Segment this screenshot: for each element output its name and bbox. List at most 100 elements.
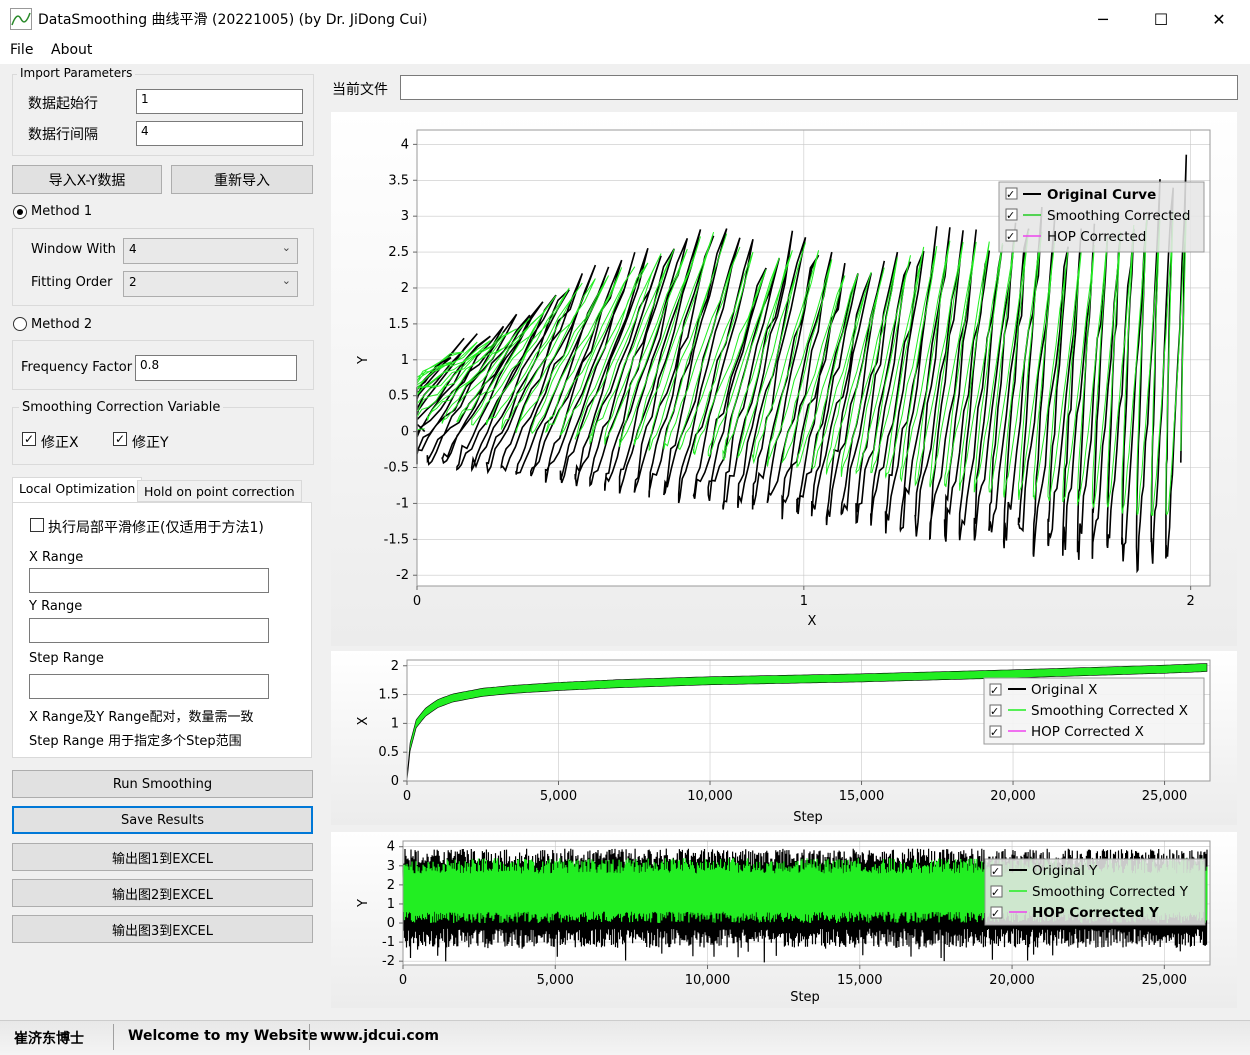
chart1-ytick-label: 4: [401, 137, 409, 152]
menu-file[interactable]: File: [10, 42, 33, 58]
tab-hold-on-point-correction[interactable]: Hold on point correction: [137, 480, 302, 502]
status-divider: [309, 1024, 310, 1050]
fix-y-label: 修正Y: [132, 435, 169, 451]
chart2-xtick-label: 25,000: [1142, 789, 1188, 804]
y-range-input[interactable]: [29, 618, 269, 643]
svg-text:✓: ✓: [991, 886, 1000, 899]
menu-bar: [0, 38, 1250, 64]
status-website[interactable]: www.jdcui.com: [320, 1028, 439, 1044]
chart3-ytick-label: 3: [387, 859, 395, 874]
chart1-xtick-label: 0: [413, 594, 421, 609]
chart2-panel: 2 1.5 1 0.5 0 0 5,000 10,000 15,000 20,000 25,000…: [331, 651, 1237, 825]
svg-text:✓: ✓: [991, 907, 1000, 920]
chart3-legend-hop: HOP Corrected Y: [1032, 905, 1159, 921]
chart2-ytick-label: 2: [391, 659, 399, 674]
method1-radio[interactable]: [13, 205, 27, 219]
chart3-ytick-label: 0: [387, 916, 395, 931]
chart2-xtick-label: 10,000: [687, 789, 733, 804]
svg-text:✓: ✓: [1006, 188, 1015, 201]
local-smoothing-checkbox[interactable]: [30, 518, 44, 532]
chart3-xtick-label: 25,000: [1142, 973, 1188, 988]
row-interval-input[interactable]: 4: [136, 121, 303, 146]
status-divider: [113, 1024, 114, 1050]
export-chart1-button[interactable]: 输出图1到EXCEL: [12, 843, 313, 871]
step-range-input[interactable]: [29, 674, 269, 699]
chart1-legend-hop: HOP Corrected: [1047, 229, 1146, 245]
export-chart2-button[interactable]: 输出图2到EXCEL: [12, 879, 313, 907]
reimport-button[interactable]: 重新导入: [171, 165, 313, 194]
chart1-ylabel: Y: [356, 356, 371, 365]
range-note-2: Step Range 用于指定多个Step范围: [29, 734, 242, 749]
chart2-ytick-label: 0.5: [378, 745, 399, 760]
method1-label: Method 1: [31, 204, 93, 219]
chart3-xlabel: Step: [790, 990, 820, 1005]
chart1-ytick-label: -2: [396, 568, 409, 583]
run-smoothing-button[interactable]: Run Smoothing: [12, 770, 313, 798]
method2-label: Method 2: [31, 317, 93, 332]
chart1-xlabel: X: [808, 614, 817, 629]
y-range-label: Y Range: [29, 599, 83, 614]
chart1-legend-original: Original Curve: [1047, 187, 1156, 203]
chart1-ytick-label: -1: [396, 496, 409, 511]
chart2-legend-hop: HOP Corrected X: [1031, 724, 1144, 740]
step-range-label: Step Range: [29, 651, 104, 666]
minimize-button[interactable]: ─: [1074, 0, 1132, 38]
chart3-xtick-label: 20,000: [989, 973, 1035, 988]
start-row-label: 数据起始行: [28, 96, 98, 112]
row-interval-label: 数据行间隔: [28, 127, 98, 143]
chart2-xtick-label: 5,000: [540, 789, 577, 804]
chart1-ytick-label: 2.5: [388, 245, 409, 260]
window-with-select[interactable]: 4 ⌄: [123, 238, 298, 264]
fitting-order-value: 2: [129, 275, 137, 289]
chart1-ytick-label: -0.5: [384, 461, 409, 476]
chart2-ylabel: X: [356, 716, 371, 725]
chart1-ytick-label: 1: [401, 353, 409, 368]
save-results-button[interactable]: Save Results: [12, 806, 313, 834]
method2-radio[interactable]: [13, 317, 27, 331]
import-parameters-label: Import Parameters: [17, 66, 136, 80]
fitting-order-select[interactable]: 2 ⌄: [123, 271, 298, 297]
chart3-ylabel: Y: [356, 899, 371, 908]
chart3-legend-original: Original Y: [1032, 863, 1098, 879]
frequency-factor-label: Frequency Factor: [21, 360, 133, 375]
menu-about[interactable]: About: [51, 42, 92, 58]
current-file-label: 当前文件: [332, 82, 388, 98]
chart1-legend: ✓ Original Curve ✓ Smoothing Corrected ✓…: [998, 181, 1205, 253]
svg-text:✓: ✓: [990, 726, 999, 739]
window-title: DataSmoothing 曲线平滑 (20221005) (by Dr. Ji…: [38, 12, 428, 28]
chart3-legend-smoothing: Smoothing Corrected Y: [1032, 884, 1189, 900]
chart3-ytick-label: 1: [387, 897, 395, 912]
chart3-svg: 4 3 2 1 0 -1 -2 0 5,000 10,000 15,000 20,000 25,000…: [331, 832, 1237, 1008]
chart2-xtick-label: 0: [403, 789, 411, 804]
tab-local-optimization[interactable]: Local Optimization: [12, 477, 143, 503]
svg-text:✓: ✓: [990, 705, 999, 718]
window-with-value: 4: [129, 242, 137, 256]
chart2-svg: 2 1.5 1 0.5 0 0 5,000 10,000 15,000 20,000 25,000…: [331, 651, 1237, 825]
maximize-button[interactable]: ☐: [1132, 0, 1190, 38]
fix-x-checkbox[interactable]: ✓: [22, 432, 36, 446]
export-chart3-button[interactable]: 输出图3到EXCEL: [12, 915, 313, 943]
chart1-ytick-label: 0: [401, 425, 409, 440]
close-button[interactable]: ✕: [1190, 0, 1248, 38]
start-row-input[interactable]: 1: [136, 89, 303, 114]
chart1-ytick-label: 3.5: [388, 173, 409, 188]
frequency-factor-input[interactable]: 0.8: [135, 355, 297, 381]
chart1-ytick-label: 1.5: [388, 317, 409, 332]
chart2-xlabel: Step: [793, 810, 823, 825]
fitting-order-label: Fitting Order: [31, 275, 113, 290]
x-range-input[interactable]: [29, 568, 269, 593]
local-smoothing-label: 执行局部平滑修正(仅适用于方法1): [48, 520, 264, 536]
chart2-xtick-label: 20,000: [990, 789, 1036, 804]
chevron-down-icon: ⌄: [281, 274, 291, 287]
chart1-ytick-label: 3: [401, 209, 409, 224]
chart2-ytick-label: 1: [391, 716, 399, 731]
chart3-legend: ✓ Original Y ✓ Smoothing Corrected Y ✓ H…: [984, 858, 1206, 926]
chart1-legend-smoothing: Smoothing Corrected: [1047, 208, 1190, 224]
svg-text:✓: ✓: [1006, 209, 1015, 222]
import-xy-button[interactable]: 导入X-Y数据: [12, 165, 162, 194]
fix-y-checkbox[interactable]: ✓: [113, 432, 127, 446]
current-file-input[interactable]: [400, 75, 1238, 100]
chart1-xtick-label: 2: [1187, 594, 1195, 609]
svg-text:✓: ✓: [990, 684, 999, 697]
chart1-xtick-label: 1: [800, 594, 808, 609]
